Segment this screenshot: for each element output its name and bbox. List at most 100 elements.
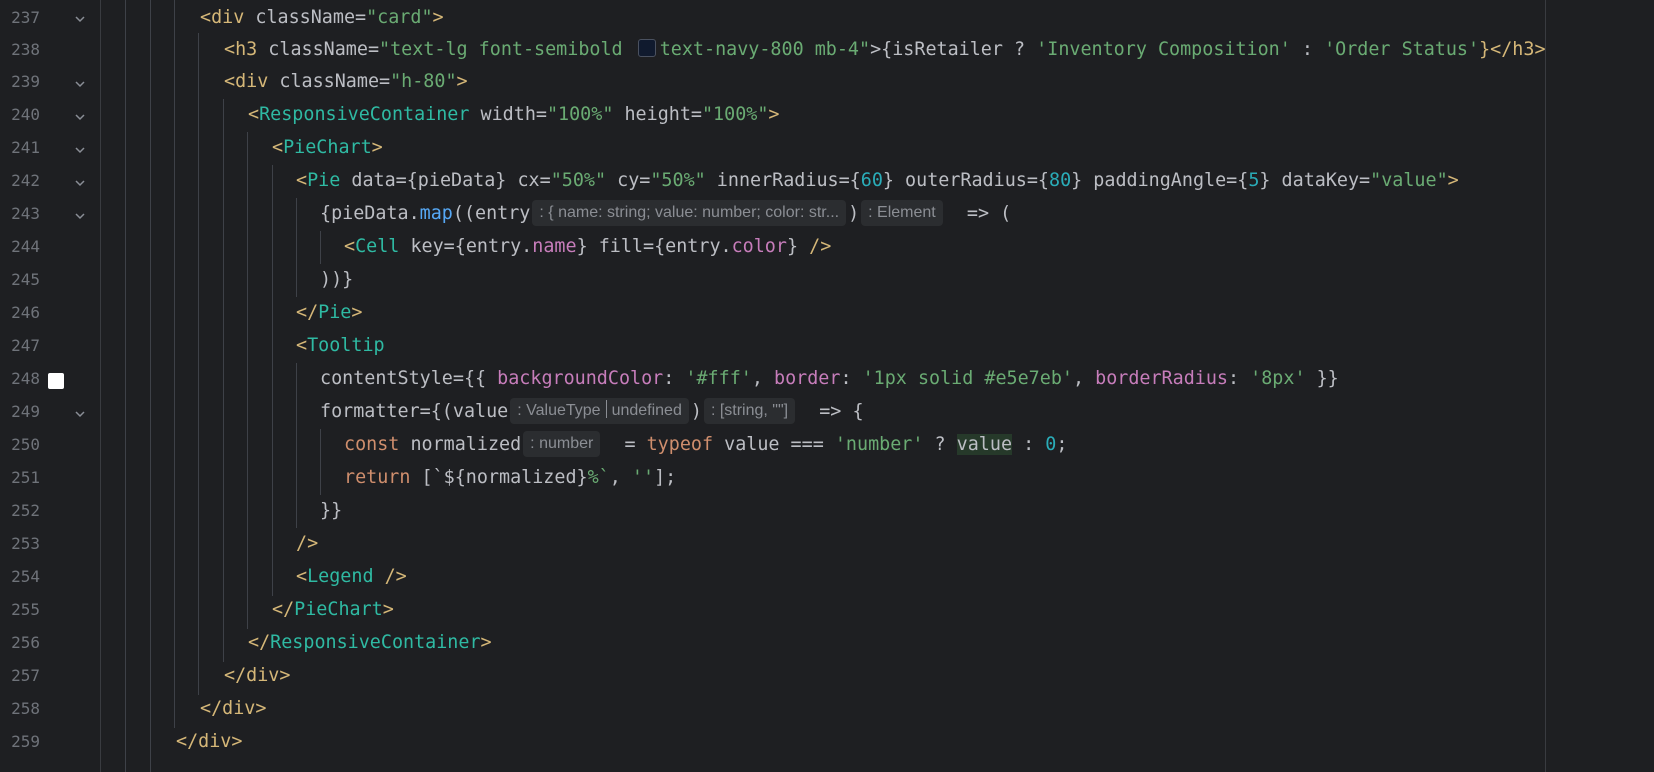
token: key= — [399, 236, 455, 257]
token: } — [576, 236, 588, 257]
token: : — [840, 368, 863, 389]
code-line-247[interactable]: <Tooltip — [296, 330, 385, 362]
token: const — [344, 434, 411, 455]
line-number: 243 — [11, 204, 40, 223]
token: normalized — [410, 434, 522, 455]
token: paddingAngle= — [1082, 170, 1238, 191]
token: }</ — [1479, 39, 1513, 60]
token: : — [663, 368, 686, 389]
code-line-239[interactable]: <div className="h-80"> — [224, 66, 468, 98]
token: value === — [724, 434, 835, 455]
code-editor[interactable]: 237 238 239 240 241 242 243 244 245 246 … — [0, 0, 1654, 772]
token: => ( — [944, 203, 1012, 224]
token: h3 — [235, 39, 258, 60]
line-number: 254 — [11, 567, 40, 586]
line-number: 237 — [11, 8, 40, 27]
token: ? — [923, 434, 957, 455]
token: > — [382, 599, 394, 620]
token: } — [786, 236, 799, 257]
code-line-249[interactable]: formatter={(value: ValueType undefined): … — [320, 396, 864, 428]
token: data= — [340, 170, 407, 191]
code-line-243[interactable]: {pieData.map((entry: { name: string; val… — [320, 198, 1011, 230]
token: '' — [631, 467, 655, 488]
code-line-259[interactable]: </div> — [176, 726, 242, 758]
token: } — [1071, 170, 1083, 191]
code-line-252[interactable]: }} — [320, 495, 342, 527]
token: > — [279, 665, 291, 686]
chevron-down-icon[interactable] — [70, 3, 90, 35]
indent-guide — [320, 231, 321, 264]
line-number: 257 — [11, 666, 40, 685]
token: "50%" — [550, 170, 607, 191]
token: div — [222, 698, 256, 719]
token: cx= — [506, 170, 551, 191]
type-hint: : Element — [861, 200, 943, 226]
token: PieChart — [283, 137, 372, 158]
indent-guide — [296, 363, 297, 528]
chevron-down-icon[interactable] — [70, 398, 90, 430]
code-line-257[interactable]: </div> — [224, 660, 290, 692]
code-line-246[interactable]: </Pie> — [296, 297, 362, 329]
token: ((entry — [452, 203, 531, 224]
chevron-down-icon[interactable] — [70, 167, 90, 199]
token: }} — [1305, 368, 1339, 389]
code-line-258[interactable]: </div> — [200, 693, 266, 725]
token: </ — [200, 698, 223, 719]
line-number: 244 — [11, 237, 40, 256]
code-line-248[interactable]: contentStyle={{ backgroundColor: '#fff',… — [320, 363, 1339, 395]
chevron-down-icon[interactable] — [70, 68, 90, 100]
chevron-down-icon[interactable] — [70, 134, 90, 166]
token: Cell — [355, 236, 400, 257]
token: { — [849, 170, 861, 191]
code-line-254[interactable]: <Legend /> — [296, 561, 407, 593]
code-line-242[interactable]: <Pie data={pieData} cx="50%" cy="50%" in… — [296, 165, 1459, 197]
token: : — [1012, 434, 1046, 455]
token: className= — [244, 7, 367, 28]
token: < — [344, 236, 356, 257]
code-line-240[interactable]: <ResponsiveContainer width="100%" height… — [248, 99, 780, 131]
token: 'Inventory Composition' — [1036, 39, 1291, 60]
token: PieChart — [294, 599, 383, 620]
color-swatch-icon[interactable] — [637, 39, 656, 57]
line-number: 249 — [11, 402, 40, 421]
code-line-245[interactable]: ))} — [320, 264, 353, 296]
chevron-down-icon[interactable] — [70, 200, 90, 232]
code-line-241[interactable]: <PieChart> — [272, 132, 383, 164]
token: %` — [587, 467, 610, 488]
token: h3 — [1512, 39, 1535, 60]
code-line-250[interactable]: const normalized: number = typeof value … — [344, 429, 1067, 461]
token: 'number' — [834, 434, 924, 455]
token: "h-80" — [390, 71, 457, 92]
token: cy= — [606, 170, 651, 191]
code-line-251[interactable]: return [`${normalized}%`, '']; — [344, 462, 676, 494]
token: < — [224, 39, 236, 60]
token: [`${normalized} — [421, 467, 588, 488]
code-line-253[interactable]: /> — [296, 528, 318, 560]
code-line-244[interactable]: <Cell key={entry.name} fill={entry.color… — [344, 231, 831, 263]
token: {pieData. — [320, 203, 420, 224]
code-line-238[interactable]: <h3 className="text-lg font-semibold tex… — [224, 34, 1546, 66]
token: = — [602, 434, 647, 455]
token: dataKey= — [1270, 170, 1371, 191]
token: < — [296, 566, 308, 587]
token: </ — [248, 632, 271, 653]
token: text-navy-800 mb-4" — [659, 39, 871, 60]
token: >{isRetailer ? — [870, 39, 1037, 60]
indent-guide — [174, 0, 175, 728]
token: > — [351, 302, 363, 323]
token: > — [480, 632, 492, 653]
token: </ — [272, 599, 295, 620]
token: '8px' — [1250, 368, 1306, 389]
code-line-237[interactable]: <div className="card"> — [200, 2, 444, 34]
chevron-down-icon[interactable] — [70, 101, 90, 133]
code-line-256[interactable]: </ResponsiveContainer> — [248, 627, 492, 659]
token: : — [1290, 39, 1325, 60]
color-swatch-icon[interactable] — [48, 373, 64, 389]
token: < — [224, 71, 236, 92]
line-number: 252 — [11, 501, 40, 520]
highlighted-token[interactable]: value — [956, 434, 1013, 455]
line-number: 245 — [11, 270, 40, 289]
token: div — [198, 731, 232, 752]
token: "card" — [366, 7, 433, 28]
code-line-255[interactable]: </PieChart> — [272, 594, 394, 626]
